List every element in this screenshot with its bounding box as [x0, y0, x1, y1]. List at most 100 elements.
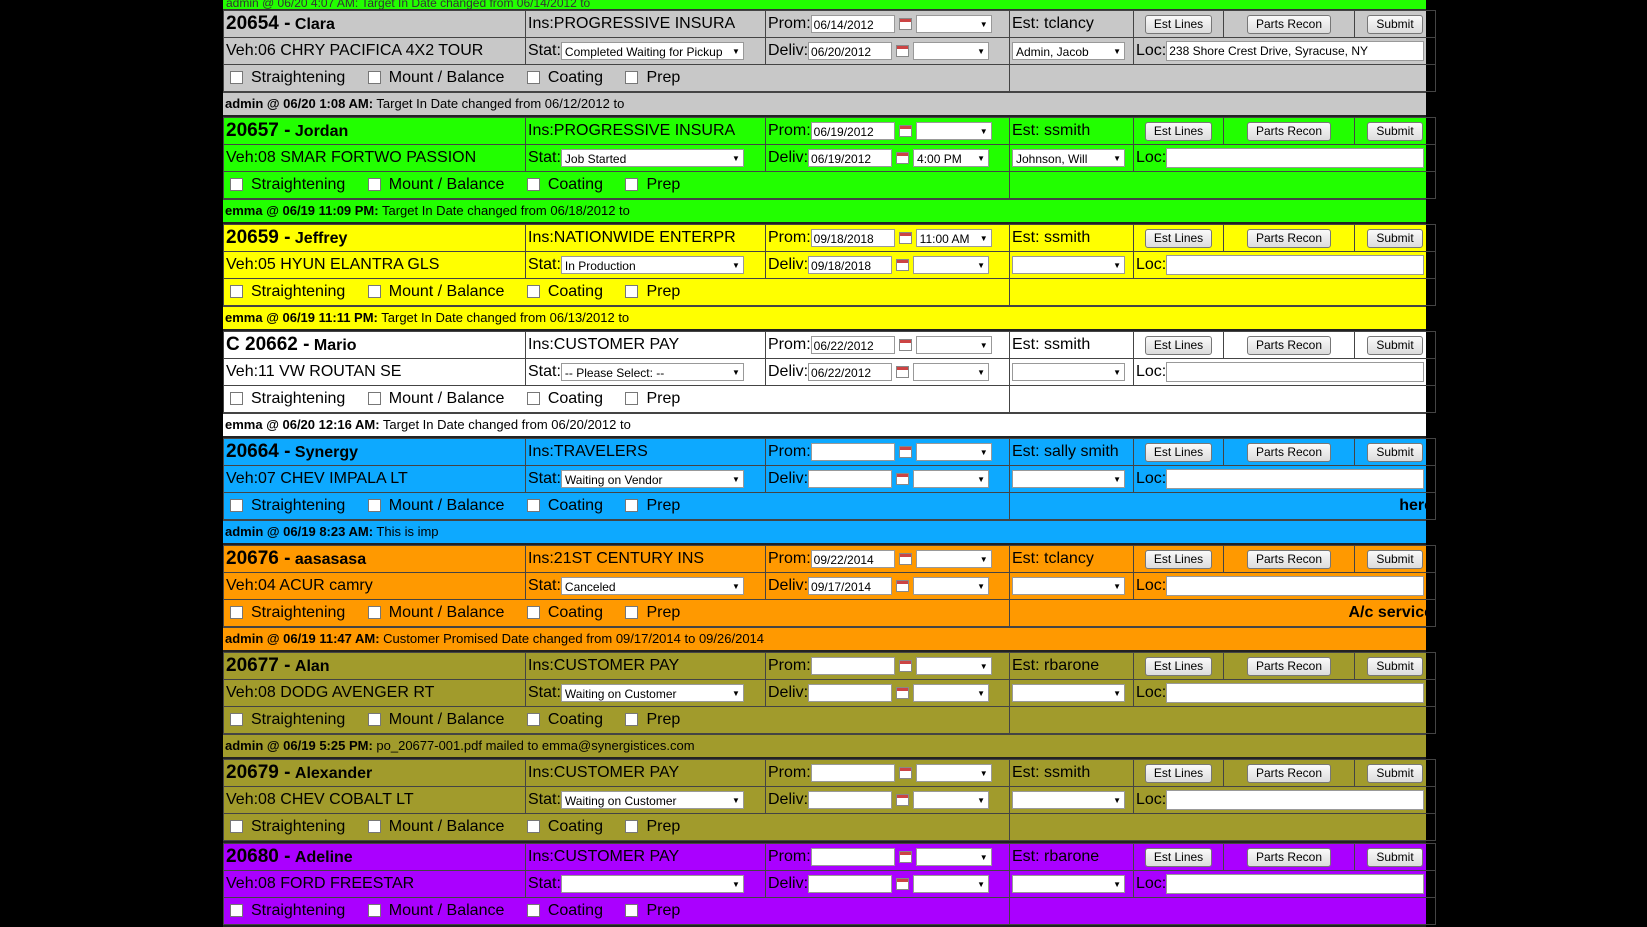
parts-recon-button[interactable]: Parts Recon	[1246, 121, 1332, 141]
delivery-date-input[interactable]: 06/19/2012	[808, 148, 893, 167]
calendar-icon[interactable]	[898, 231, 912, 244]
calendar-icon[interactable]	[896, 151, 910, 164]
status-select[interactable]: Canceled	[560, 576, 744, 595]
status-select[interactable]: -- Please Select: --	[560, 362, 744, 381]
prep-checkbox[interactable]	[625, 904, 639, 918]
straightening-checkbox[interactable]	[230, 713, 243, 727]
calendar-icon[interactable]	[896, 579, 910, 592]
promised-date-input[interactable]	[810, 763, 895, 782]
coating-checkbox[interactable]	[526, 285, 540, 299]
submit-button[interactable]: Submit	[1367, 549, 1423, 569]
promised-time-select[interactable]: 11:00 AM	[915, 228, 992, 247]
calendar-icon[interactable]	[898, 445, 912, 458]
prep-checkbox[interactable]	[625, 606, 639, 620]
calendar-icon[interactable]	[898, 766, 912, 779]
job-number[interactable]: 20679 -	[226, 762, 290, 783]
coating-checkbox[interactable]	[526, 606, 540, 620]
delivery-date-input[interactable]	[808, 469, 893, 488]
straightening-checkbox[interactable]	[230, 392, 243, 406]
coating-checkbox[interactable]	[526, 904, 540, 918]
technician-select[interactable]	[1012, 469, 1125, 488]
coating-checkbox[interactable]	[526, 820, 540, 834]
delivery-time-select[interactable]	[913, 255, 990, 274]
job-title-cell[interactable]: 20664 - Synergy	[223, 438, 526, 466]
calendar-icon[interactable]	[896, 686, 910, 699]
promised-time-select[interactable]	[915, 14, 992, 33]
straightening-checkbox[interactable]	[230, 71, 243, 85]
calendar-icon[interactable]	[898, 659, 912, 672]
est-lines-button[interactable]: Est Lines	[1144, 549, 1213, 569]
promised-date-input[interactable]	[810, 847, 895, 866]
promised-date-input[interactable]: 09/18/2018	[810, 228, 895, 247]
location-input[interactable]: 238 Shore Crest Drive, Syracuse, NY	[1166, 41, 1425, 61]
straightening-checkbox[interactable]	[230, 820, 243, 834]
promised-time-select[interactable]	[915, 763, 992, 782]
coating-checkbox[interactable]	[526, 392, 540, 406]
technician-select[interactable]	[1012, 255, 1125, 274]
prep-checkbox[interactable]	[625, 178, 639, 192]
location-input[interactable]	[1166, 362, 1425, 382]
delivery-time-select[interactable]	[913, 790, 990, 809]
technician-select[interactable]: Johnson, Will	[1012, 148, 1125, 167]
job-title-cell[interactable]: 20679 - Alexander	[223, 759, 526, 787]
est-lines-button[interactable]: Est Lines	[1144, 228, 1213, 248]
location-input[interactable]	[1166, 148, 1425, 168]
technician-select[interactable]	[1012, 874, 1125, 893]
parts-recon-button[interactable]: Parts Recon	[1246, 763, 1332, 783]
calendar-icon[interactable]	[898, 17, 912, 30]
submit-button[interactable]: Submit	[1367, 228, 1423, 248]
parts-recon-button[interactable]: Parts Recon	[1246, 549, 1332, 569]
job-number[interactable]: 20677 -	[226, 655, 290, 676]
submit-button[interactable]: Submit	[1367, 335, 1423, 355]
location-input[interactable]	[1166, 255, 1425, 275]
prep-checkbox[interactable]	[625, 499, 639, 513]
straightening-checkbox[interactable]	[230, 178, 243, 192]
promised-date-input[interactable]	[810, 656, 895, 675]
submit-button[interactable]: Submit	[1367, 763, 1423, 783]
submit-button[interactable]: Submit	[1367, 442, 1423, 462]
delivery-date-input[interactable]: 09/18/2018	[808, 255, 893, 274]
parts-recon-button[interactable]: Parts Recon	[1246, 228, 1332, 248]
technician-select[interactable]	[1012, 576, 1125, 595]
technician-select[interactable]	[1012, 362, 1125, 381]
est-lines-button[interactable]: Est Lines	[1144, 442, 1213, 462]
job-number[interactable]: 20654 -	[226, 13, 290, 34]
status-select[interactable]: Waiting on Customer	[560, 683, 744, 702]
job-number[interactable]: 20680 -	[226, 846, 290, 867]
calendar-icon[interactable]	[898, 338, 912, 351]
promised-date-input[interactable]	[810, 442, 895, 461]
location-input[interactable]	[1166, 790, 1425, 810]
straightening-checkbox[interactable]	[230, 285, 243, 299]
job-title-cell[interactable]: 20659 - Jeffrey	[223, 224, 526, 252]
promised-date-input[interactable]: 06/22/2012	[810, 335, 895, 354]
location-input[interactable]	[1166, 469, 1425, 489]
calendar-icon[interactable]	[898, 850, 912, 863]
prep-checkbox[interactable]	[625, 71, 639, 85]
submit-button[interactable]: Submit	[1367, 121, 1423, 141]
delivery-date-input[interactable]: 06/20/2012	[808, 41, 893, 60]
delivery-date-input[interactable]	[808, 683, 893, 702]
status-select[interactable]	[560, 874, 744, 893]
prep-checkbox[interactable]	[625, 820, 639, 834]
technician-select[interactable]	[1012, 790, 1125, 809]
job-number[interactable]: 20657 -	[226, 120, 290, 141]
calendar-icon[interactable]	[896, 472, 910, 485]
location-input[interactable]	[1166, 683, 1425, 703]
mount-balance-checkbox[interactable]	[367, 499, 381, 513]
status-select[interactable]: Waiting on Customer	[560, 790, 744, 809]
calendar-icon[interactable]	[896, 365, 910, 378]
status-select[interactable]: Completed Waiting for Pickup	[560, 41, 744, 60]
delivery-time-select[interactable]	[913, 683, 990, 702]
delivery-date-input[interactable]: 06/22/2012	[808, 362, 893, 381]
job-number[interactable]: 20676 -	[226, 548, 290, 569]
status-select[interactable]: Job Started	[560, 148, 744, 167]
promised-date-input[interactable]: 09/22/2014	[810, 549, 895, 568]
parts-recon-button[interactable]: Parts Recon	[1246, 442, 1332, 462]
delivery-date-input[interactable]	[808, 874, 893, 893]
delivery-time-select[interactable]	[913, 469, 990, 488]
status-select[interactable]: Waiting on Vendor	[560, 469, 744, 488]
job-title-cell[interactable]: 20657 - Jordan	[223, 117, 526, 145]
mount-balance-checkbox[interactable]	[367, 178, 381, 192]
job-title-cell[interactable]: 20676 - aasasasa	[223, 545, 526, 573]
straightening-checkbox[interactable]	[230, 606, 243, 620]
